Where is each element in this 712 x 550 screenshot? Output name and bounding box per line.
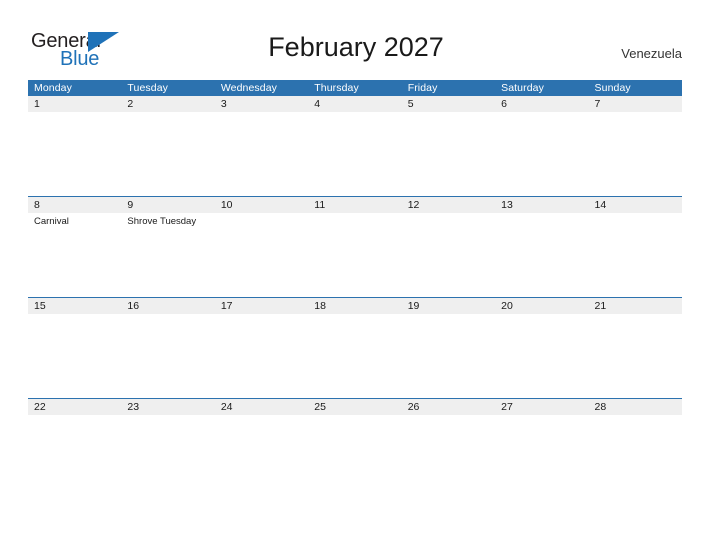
day-number[interactable]: 27 [495,399,588,415]
calendar-grid: Monday Tuesday Wednesday Thursday Friday Satu… [28,80,682,499]
day-cell[interactable] [402,314,495,398]
day-number[interactable]: 16 [121,298,214,314]
day-number[interactable]: 18 [308,298,401,314]
weekday-header-saturday: Saturday [501,82,544,94]
day-cell[interactable] [495,112,588,196]
day-cell[interactable] [308,314,401,398]
day-number[interactable]: 21 [589,298,682,314]
event-strip [28,112,682,196]
date-number-strip: 1234567 [28,96,682,112]
day-number[interactable]: 26 [402,399,495,415]
day-cell[interactable] [589,314,682,398]
weekday-header-tuesday: Tuesday [127,82,169,94]
day-number[interactable]: 14 [589,197,682,213]
day-cell[interactable] [215,314,308,398]
calendar-week-row: 8 9 10 11 12 13 14 Carnival Shrove Tuesday [28,196,682,297]
day-cell[interactable] [308,213,401,297]
day-number[interactable]: 2 [121,96,214,112]
calendar-weeks: 1 2 3 4 5 6 7 8 9 10 11 12 13 14 Carnival Shrove Tuesda… [28,96,682,499]
event-strip: Carnival Shrove Tuesday [28,213,682,297]
day-cell[interactable] [121,112,214,196]
event-strip [28,314,682,398]
day-number[interactable]: 15 [28,298,121,314]
weekday-header-row: Monday Tuesday Wednesday Thursday Friday Satu… [28,80,682,96]
day-cell[interactable] [121,314,214,398]
calendar-week-row: 15 16 17 18 19 20 21 [28,297,682,398]
day-cell[interactable]: Shrove Tuesday [121,213,214,297]
day-number[interactable]: 8 [28,197,121,213]
weekday-header-sunday: Sunday [594,82,631,94]
day-number[interactable]: 28 [589,399,682,415]
day-cell[interactable] [28,112,121,196]
day-cell[interactable] [495,415,588,499]
day-number[interactable]: 11 [308,197,401,213]
day-number[interactable]: 10 [215,197,308,213]
weekday-header-monday: Monday [34,82,72,94]
day-cell[interactable] [28,314,121,398]
day-number[interactable]: 20 [495,298,588,314]
day-number[interactable]: 19 [402,298,495,314]
date-number-strip: 8 9 10 11 12 13 14 [28,197,682,213]
day-number[interactable]: 23 [121,399,214,415]
day-number[interactable]: 22 [28,399,121,415]
date-number-strip: 22 23 24 25 26 27 28 [28,399,682,415]
day-number[interactable]: 24 [215,399,308,415]
day-cell[interactable] [589,213,682,297]
day-cell[interactable] [402,213,495,297]
page-title: February 2027 [268,32,444,62]
day-cell[interactable]: Carnival [28,213,121,297]
country-label: Venezuela [621,46,682,61]
weekday-header-wednesday: Wednesday [220,82,278,94]
day-number[interactable]: 9 [121,197,214,213]
day-cell[interactable] [215,213,308,297]
day-cell[interactable] [495,213,588,297]
event-strip [28,415,682,499]
day-number[interactable]: 4 [308,96,401,112]
day-cell[interactable] [589,112,682,196]
day-cell[interactable] [121,415,214,499]
day-cell[interactable] [308,415,401,499]
day-number[interactable]: 12 [402,197,495,213]
weekday-header-friday: Friday [407,82,438,94]
weekday-header-thursday: Thursday [314,82,359,94]
day-cell[interactable] [215,112,308,196]
day-cell[interactable] [402,415,495,499]
day-cell[interactable] [402,112,495,196]
page-header: General Blue February 2027 Venezuela [0,0,712,78]
day-number[interactable]: 5 [402,96,495,112]
day-cell[interactable] [495,314,588,398]
holiday-label: Carnival [34,216,69,227]
calendar-week-row: 22 23 24 25 26 27 28 [28,398,682,499]
day-cell[interactable] [589,415,682,499]
holiday-label: Shrove Tuesday [127,216,197,227]
day-cell[interactable] [215,415,308,499]
day-number[interactable]: 17 [215,298,308,314]
calendar-week-row: 1234567 [28,96,682,196]
day-number[interactable]: 25 [308,399,401,415]
day-number[interactable]: 1 [28,96,121,112]
day-number[interactable]: 3 [215,96,308,112]
day-cell[interactable] [308,112,401,196]
day-number[interactable]: 7 [589,96,682,112]
day-cell[interactable] [28,415,121,499]
date-number-strip: 15 16 17 18 19 20 21 [28,298,682,314]
day-number[interactable]: 13 [495,197,588,213]
day-number[interactable]: 6 [495,96,588,112]
